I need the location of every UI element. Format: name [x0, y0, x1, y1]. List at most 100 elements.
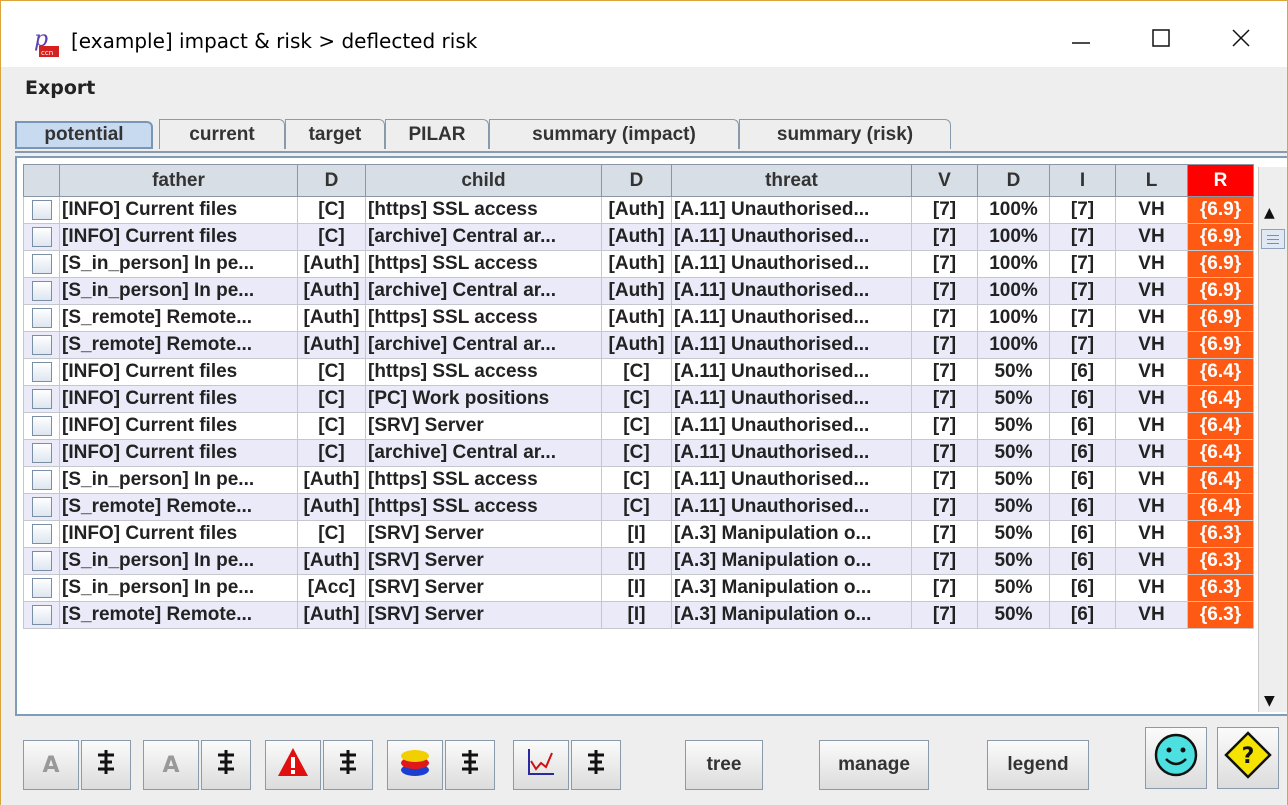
tab-summary-risk[interactable]: summary (risk): [739, 119, 951, 149]
table-row[interactable]: [S_remote] Remote... [Auth] [archive] Cent…: [23, 331, 1254, 359]
maximize-button[interactable]: [1121, 15, 1201, 65]
tree-button[interactable]: tree: [685, 740, 763, 790]
header-degradation[interactable]: D: [977, 164, 1050, 197]
header-threat[interactable]: threat: [671, 164, 912, 197]
window-title: [example] impact & risk > deflected risk: [71, 29, 478, 53]
risk-table: father D child D threat V D I L R [INFO]…: [23, 164, 1254, 629]
header-impact[interactable]: I: [1049, 164, 1116, 197]
table-row[interactable]: [S_in_person] In pe... [Auth] [archive] Ce…: [23, 277, 1254, 305]
row-select-cell: [23, 223, 60, 251]
cell-degradation: 100%: [977, 250, 1050, 278]
table-row[interactable]: [S_in_person] In pe... [Auth] [https] SSL …: [23, 466, 1254, 494]
scroll-down-arrow-icon[interactable]: ▼: [1264, 693, 1275, 709]
cell-threat: [A.11] Unauthorised...: [671, 331, 912, 359]
cell-likelihood: VH: [1115, 277, 1188, 305]
minimize-button[interactable]: [1041, 15, 1121, 65]
table-row[interactable]: [INFO] Current files [C] [https] SSL acces…: [23, 196, 1254, 224]
table-row[interactable]: [S_in_person] In pe... [Auth] [https] SSL …: [23, 250, 1254, 278]
cell-risk: {6.4}: [1187, 466, 1254, 494]
table-row[interactable]: [S_remote] Remote... [Auth] [https] SSL ac…: [23, 304, 1254, 332]
manage-button[interactable]: manage: [819, 740, 929, 790]
cell-child-dimension: [I]: [601, 601, 672, 629]
row-checkbox[interactable]: [31, 469, 52, 490]
cell-father: [S_in_person] In pe...: [59, 277, 298, 305]
row-checkbox[interactable]: [31, 199, 52, 220]
header-value[interactable]: V: [911, 164, 978, 197]
table-row[interactable]: [S_in_person] In pe... [Auth] [SRV] Server…: [23, 547, 1254, 575]
tree-filter-button-3[interactable]: [323, 740, 373, 790]
tab-target[interactable]: target: [285, 119, 385, 149]
table-row[interactable]: [INFO] Current files [C] [archive] Central…: [23, 223, 1254, 251]
font-a-button-1[interactable]: A: [23, 740, 79, 790]
tree-filter-button-4[interactable]: [445, 740, 495, 790]
table-row[interactable]: [S_in_person] In pe... [Acc] [SRV] Server[…: [23, 574, 1254, 602]
cell-value: [7]: [911, 385, 978, 413]
row-checkbox[interactable]: [31, 604, 52, 625]
tree-filter-icon: [94, 748, 118, 782]
row-checkbox[interactable]: [31, 550, 52, 571]
legend-button[interactable]: legend: [987, 740, 1089, 790]
cell-father: [INFO] Current files: [59, 412, 298, 440]
row-checkbox[interactable]: [31, 226, 52, 247]
header-child[interactable]: child: [365, 164, 602, 197]
table-row[interactable]: [S_remote] Remote... [Auth] [SRV] Server [I…: [23, 601, 1254, 629]
tree-filter-button-5[interactable]: [571, 740, 621, 790]
row-checkbox[interactable]: [31, 334, 52, 355]
header-likelihood[interactable]: L: [1115, 164, 1188, 197]
cell-likelihood: VH: [1115, 358, 1188, 386]
row-checkbox[interactable]: [31, 496, 52, 517]
row-select-cell: [23, 277, 60, 305]
cell-value: [7]: [911, 520, 978, 548]
table-row[interactable]: [INFO] Current files [C] [archive] Central…: [23, 439, 1254, 467]
scroll-thumb[interactable]: [1261, 229, 1285, 249]
table-row[interactable]: [S_remote] Remote... [Auth] [https] SSL ac…: [23, 493, 1254, 521]
row-checkbox[interactable]: [31, 442, 52, 463]
font-a-button-2[interactable]: A: [143, 740, 199, 790]
header-father[interactable]: father: [59, 164, 298, 197]
cell-child-dimension: [Auth]: [601, 196, 672, 224]
cell-risk: {6.4}: [1187, 439, 1254, 467]
table-row[interactable]: [INFO] Current files [C] [SRV] Server [C] [A…: [23, 412, 1254, 440]
smiley-button[interactable]: [1145, 727, 1207, 789]
header-risk[interactable]: R: [1187, 164, 1254, 197]
cell-father: [INFO] Current files: [59, 196, 298, 224]
warning-icon: [276, 746, 310, 784]
header-father-dimension[interactable]: D: [297, 164, 366, 197]
row-checkbox[interactable]: [31, 577, 52, 598]
row-checkbox[interactable]: [31, 253, 52, 274]
tree-filter-button-2[interactable]: [201, 740, 251, 790]
row-checkbox[interactable]: [31, 280, 52, 301]
cell-father: [S_remote] Remote...: [59, 493, 298, 521]
cell-threat: [A.3] Manipulation o...: [671, 601, 912, 629]
table-row[interactable]: [INFO] Current files [C] [PC] Work positio…: [23, 385, 1254, 413]
tree-filter-button-1[interactable]: [81, 740, 131, 790]
cell-child-dimension: [C]: [601, 385, 672, 413]
cell-likelihood: VH: [1115, 304, 1188, 332]
cell-risk: {6.9}: [1187, 331, 1254, 359]
cell-value: [7]: [911, 331, 978, 359]
row-checkbox[interactable]: [31, 361, 52, 382]
chart-button[interactable]: [513, 740, 569, 790]
row-checkbox[interactable]: [31, 523, 52, 544]
row-checkbox[interactable]: [31, 307, 52, 328]
table-row[interactable]: [INFO] Current files [C] [SRV] Server [I] [A…: [23, 520, 1254, 548]
tab-current[interactable]: current: [159, 119, 285, 149]
tab-pilar[interactable]: PILAR: [385, 119, 489, 149]
tab-summary-impact[interactable]: summary (impact): [489, 119, 739, 149]
cell-likelihood: VH: [1115, 466, 1188, 494]
help-button[interactable]: ?: [1217, 727, 1279, 789]
row-checkbox[interactable]: [31, 415, 52, 436]
tree-filter-icon: [584, 748, 608, 782]
header-child-dimension[interactable]: D: [601, 164, 672, 197]
row-checkbox[interactable]: [31, 388, 52, 409]
warning-button[interactable]: [265, 740, 321, 790]
header-select[interactable]: [23, 164, 60, 197]
cell-child-dimension: [I]: [601, 574, 672, 602]
tab-potential[interactable]: potential: [15, 121, 153, 149]
scroll-up-arrow-icon[interactable]: ▲: [1264, 205, 1275, 221]
table-row[interactable]: [INFO] Current files [C] [https] SSL acces…: [23, 358, 1254, 386]
cell-impact: [6]: [1049, 439, 1116, 467]
close-button[interactable]: [1201, 15, 1281, 65]
menu-export[interactable]: Export: [25, 77, 95, 99]
layers-button[interactable]: [387, 740, 443, 790]
